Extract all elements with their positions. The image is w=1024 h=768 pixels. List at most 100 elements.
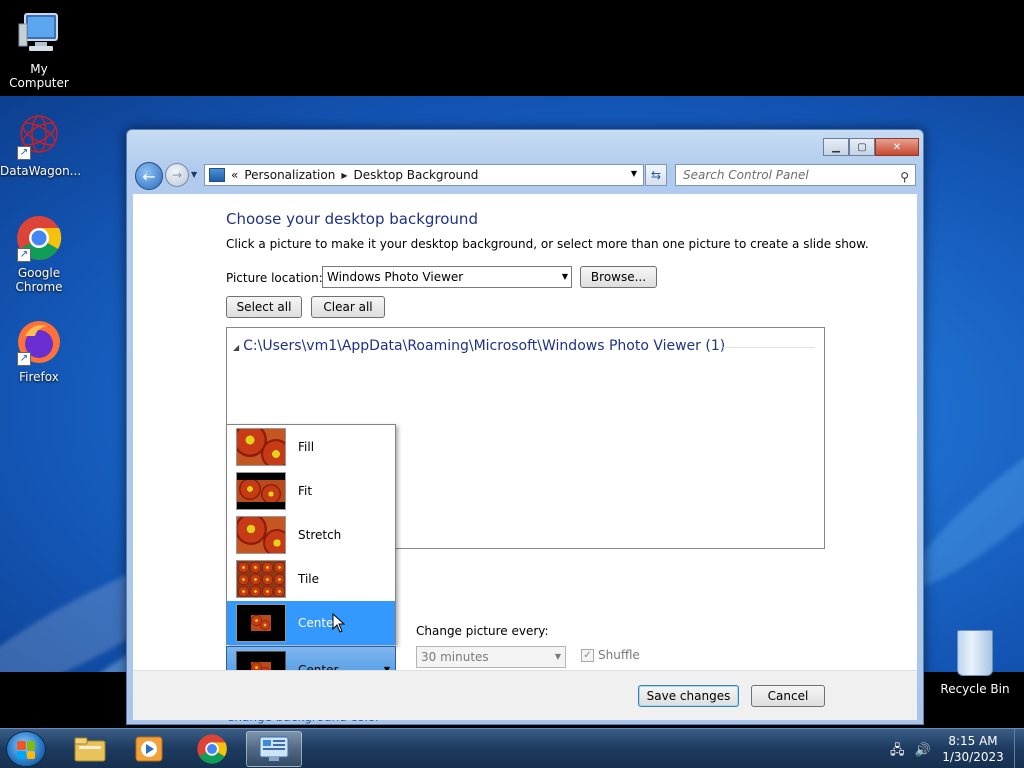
shortcut-arrow-icon: ↗ <box>17 248 31 262</box>
system-tray-icons: 🖧 🔊 <box>890 741 931 763</box>
taskbar-media-player[interactable] <box>121 731 177 767</box>
cancel-button[interactable]: Cancel <box>751 685 825 707</box>
fit-preview-icon <box>236 472 286 510</box>
shuffle-checkbox[interactable]: ✓ Shuffle <box>581 648 640 662</box>
start-button[interactable] <box>6 731 46 767</box>
network-icon[interactable]: 🖧 <box>890 743 905 758</box>
folder-path: C:\Users\vm1\AppData\Roaming\Microsoft\W… <box>243 338 726 354</box>
minimize-icon: ▁ <box>832 141 840 153</box>
search-input[interactable]: Search Control Panel ⚲ <box>675 164 916 186</box>
clock-time: 8:15 AM <box>948 734 998 748</box>
fill-preview-icon <box>236 428 286 466</box>
close-icon: ✕ <box>892 141 902 153</box>
position-option-stretch[interactable]: Stretch <box>227 513 395 557</box>
stretch-preview-icon <box>236 516 286 554</box>
shuffle-label: Shuffle <box>598 648 640 662</box>
group-divider <box>723 347 815 348</box>
picture-location-label: Picture location: <box>226 271 323 285</box>
select-all-button[interactable]: Select all <box>226 296 302 318</box>
desktop-icon-my-computer[interactable]: My Computer <box>0 10 78 90</box>
taskbar: 🖧 🔊 8:15 AM 1/30/2023 <box>0 728 1024 768</box>
breadcrumb-desktop-background[interactable]: Desktop Background <box>353 168 478 182</box>
media-player-icon <box>135 736 163 762</box>
show-desktop-button[interactable] <box>1014 729 1024 768</box>
folder-group-header[interactable]: ◢ C:\Users\vm1\AppData\Roaming\Microsoft\… <box>233 338 725 354</box>
arrow-right-icon: → <box>171 168 183 182</box>
address-bar[interactable]: « Personalization ▶ Desktop Background ▼ <box>204 164 644 186</box>
taskbar-chrome[interactable] <box>184 731 240 767</box>
datawagon-icon: ↗ <box>15 112 63 160</box>
desktop-icon-recycle-bin[interactable]: Recycle Bin <box>936 630 1014 696</box>
page-title: Choose your desktop background <box>226 210 478 228</box>
refresh-button[interactable]: ⇆ <box>645 164 667 186</box>
window-controls: ▁ ▢ ✕ <box>823 138 919 156</box>
minimize-button[interactable]: ▁ <box>823 138 849 156</box>
breadcrumb-personalization[interactable]: Personalization <box>244 168 335 182</box>
breadcrumb-overflow[interactable]: « <box>231 168 238 182</box>
center-preview-icon <box>236 604 286 642</box>
picture-location-value: Windows Photo Viewer <box>327 270 464 284</box>
change-every-value: 30 minutes <box>421 650 489 664</box>
recent-pages-dropdown[interactable]: ▼ <box>191 170 197 179</box>
chevron-down-icon: ▼ <box>191 170 198 179</box>
tile-preview-icon <box>236 560 286 598</box>
position-option-label: Tile <box>298 572 320 586</box>
folder-icon <box>74 737 106 762</box>
shortcut-arrow-icon: ↗ <box>17 146 31 160</box>
browse-button[interactable]: Browse... <box>580 266 657 288</box>
control-panel-icon <box>209 168 225 182</box>
breadcrumb-separator-icon[interactable]: ▶ <box>341 171 347 180</box>
content-pane: Choose your desktop background Click a p… <box>133 194 917 724</box>
desktop-icon-label: DataWagon... <box>0 164 82 178</box>
change-every-label: Change picture every: <box>416 624 549 638</box>
clock-date: 1/30/2023 <box>942 750 1004 764</box>
clock[interactable]: 8:15 AM 1/30/2023 <box>928 733 1018 765</box>
maximize-icon: ▢ <box>857 141 867 153</box>
search-placeholder: Search Control Panel <box>683 168 809 182</box>
desktop-icon-label: Google Chrome <box>15 266 63 294</box>
mouse-cursor-icon <box>332 613 346 633</box>
position-option-label: Fill <box>298 440 315 454</box>
collapse-triangle-icon[interactable]: ◢ <box>233 343 239 352</box>
control-panel-icon <box>259 736 289 761</box>
chevron-down-icon: ▼ <box>554 652 561 661</box>
desktop-background-window: ▁ ▢ ✕ ← → ▼ « Personalization ▶ Desktop … <box>126 129 924 725</box>
desktop-icon-label: My Computer <box>9 62 69 90</box>
forward-button[interactable]: → <box>165 163 189 187</box>
chevron-down-icon[interactable]: ▼ <box>631 169 637 178</box>
page-subtitle: Click a picture to make it your desktop … <box>226 237 869 251</box>
position-option-fill[interactable]: Fill <box>227 425 395 469</box>
firefox-icon: ↗ <box>15 318 63 366</box>
position-option-label: Fit <box>298 484 313 498</box>
taskbar-control-panel[interactable] <box>246 731 302 767</box>
computer-icon <box>15 10 63 58</box>
position-option-label: Stretch <box>298 528 342 542</box>
position-option-fit[interactable]: Fit <box>227 469 395 513</box>
desktop-icon-firefox[interactable]: ↗ Firefox <box>0 318 78 384</box>
chrome-icon <box>197 734 227 764</box>
refresh-icon: ⇆ <box>650 168 662 182</box>
desktop-icon-label: Recycle Bin <box>940 682 1010 696</box>
checkmark-icon: ✓ <box>581 648 594 662</box>
position-option-tile[interactable]: Tile <box>227 557 395 601</box>
close-button[interactable]: ✕ <box>875 138 919 156</box>
windows-logo-icon <box>17 741 35 759</box>
search-icon[interactable]: ⚲ <box>900 167 909 187</box>
chrome-icon: ↗ <box>15 214 63 262</box>
back-button[interactable]: ← <box>135 162 163 190</box>
arrow-left-icon: ← <box>142 166 156 186</box>
save-changes-button[interactable]: Save changes <box>638 685 739 707</box>
picture-location-select[interactable]: Windows Photo Viewer ▼ <box>322 266 572 288</box>
recycle-bin-icon <box>957 630 993 676</box>
desktop-icon-google-chrome[interactable]: ↗ Google Chrome <box>0 214 78 294</box>
change-every-select[interactable]: 30 minutes ▼ <box>416 646 566 668</box>
desktop-icon-datawagon[interactable]: ↗ DataWagon... <box>0 112 82 178</box>
taskbar-explorer[interactable] <box>62 731 118 767</box>
shortcut-arrow-icon: ↗ <box>17 352 31 366</box>
position-option-center[interactable]: Center <box>227 601 395 645</box>
picture-position-dropdown-list: Fill Fit Stretch Tile Center <box>226 424 396 645</box>
clear-all-button[interactable]: Clear all <box>311 296 385 318</box>
window-footer: Save changes Cancel <box>133 670 917 720</box>
maximize-button[interactable]: ▢ <box>849 138 875 156</box>
chevron-down-icon: ▼ <box>561 272 568 281</box>
